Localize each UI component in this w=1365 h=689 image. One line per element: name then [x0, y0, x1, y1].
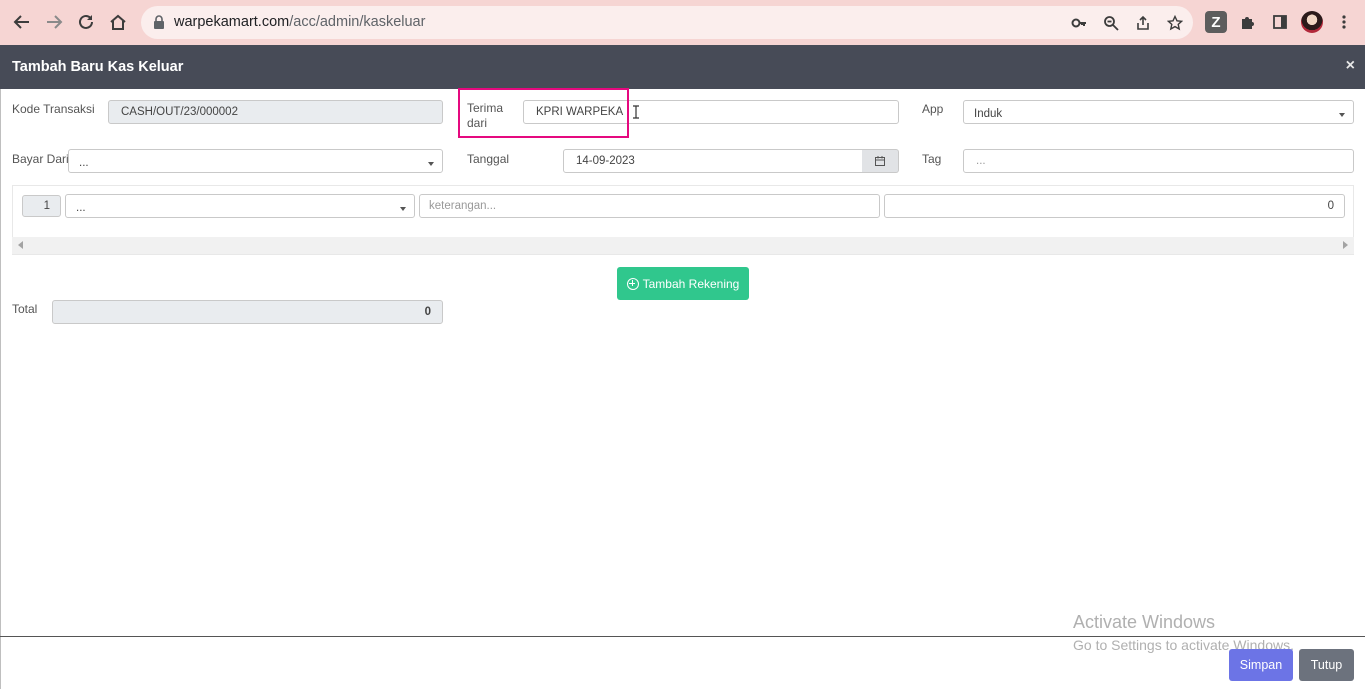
tanggal-input[interactable]: 14-09-2023 — [563, 149, 863, 173]
tag-placeholder: ... — [976, 155, 986, 167]
close-icon[interactable]: × — [1346, 57, 1355, 75]
side-panel-icon[interactable] — [1269, 11, 1291, 33]
kode-transaksi-label: Kode Transaksi — [12, 102, 95, 116]
key-icon[interactable] — [1069, 13, 1089, 33]
close-button[interactable]: Tutup — [1299, 649, 1354, 681]
save-button[interactable]: Simpan — [1229, 649, 1293, 681]
bayar-dari-value: ... — [79, 157, 89, 169]
horizontal-scrollbar[interactable] — [12, 237, 1354, 254]
url-path: /acc/admin/kaskeluar — [289, 14, 426, 30]
forward-icon[interactable] — [42, 10, 66, 34]
app-select[interactable]: Induk — [963, 100, 1354, 124]
address-bar[interactable]: warpekamart.com/acc/admin/kaskeluar — [141, 6, 1193, 39]
modal-left-border — [0, 89, 1, 689]
amount-value: 0 — [1327, 200, 1334, 212]
extension-z-icon[interactable]: Z — [1205, 11, 1227, 33]
app-label: App — [922, 102, 944, 116]
total-value: 0 — [424, 306, 431, 318]
back-icon[interactable] — [10, 10, 34, 34]
url-text: warpekamart.com/acc/admin/kaskeluar — [174, 14, 425, 30]
tanggal-label: Tanggal — [467, 152, 510, 166]
calendar-button[interactable] — [862, 149, 899, 173]
text-cursor-icon — [633, 105, 639, 119]
account-select[interactable]: ... — [65, 194, 415, 218]
bayar-dari-select[interactable]: ... — [68, 149, 443, 173]
tag-input[interactable]: ... — [963, 149, 1354, 173]
lock-icon — [154, 15, 164, 29]
scroll-left-icon[interactable] — [18, 241, 23, 249]
row-number: 1 — [22, 195, 61, 217]
windows-activation-title: Activate Windows — [1073, 612, 1216, 632]
amount-input[interactable]: 0 — [884, 194, 1345, 218]
tanggal-value: 14-09-2023 — [576, 155, 635, 167]
kode-transaksi-field: CASH/OUT/23/000002 — [108, 100, 443, 124]
calendar-icon — [875, 156, 885, 166]
bayar-dari-label: Bayar Dari — [12, 152, 69, 166]
account-value: ... — [76, 202, 86, 214]
extensions-puzzle-icon[interactable] — [1237, 11, 1259, 33]
browser-toolbar: warpekamart.com/acc/admin/kaskeluar Z — [0, 0, 1365, 45]
total-label: Total — [12, 302, 38, 316]
chevron-down-icon — [428, 162, 434, 166]
chevron-down-icon — [400, 207, 406, 211]
kebab-menu-icon[interactable] — [1333, 11, 1355, 33]
kode-transaksi-value: CASH/OUT/23/000002 — [121, 106, 238, 118]
total-field: 0 — [52, 300, 443, 324]
share-icon[interactable] — [1133, 13, 1153, 33]
bookmark-star-icon[interactable] — [1165, 13, 1185, 33]
profile-avatar[interactable] — [1301, 11, 1323, 33]
add-account-button[interactable]: Tambah Rekening — [617, 267, 749, 300]
zoom-icon[interactable] — [1101, 13, 1121, 33]
modal-header: Tambah Baru Kas Keluar × — [0, 45, 1365, 89]
chevron-down-icon — [1339, 113, 1345, 117]
highlight-annotation — [458, 88, 629, 138]
app-value: Induk — [974, 108, 1003, 120]
modal-title: Tambah Baru Kas Keluar — [12, 59, 184, 75]
add-account-label: Tambah Rekening — [642, 276, 740, 291]
keterangan-placeholder: keterangan... — [429, 200, 497, 212]
keterangan-input[interactable]: keterangan... — [419, 194, 880, 218]
scroll-right-icon[interactable] — [1343, 241, 1348, 249]
home-icon[interactable] — [106, 10, 130, 34]
plus-circle-icon — [626, 277, 639, 290]
url-host: warpekamart.com — [174, 14, 290, 30]
reload-icon[interactable] — [74, 10, 98, 34]
tag-label: Tag — [922, 152, 942, 166]
